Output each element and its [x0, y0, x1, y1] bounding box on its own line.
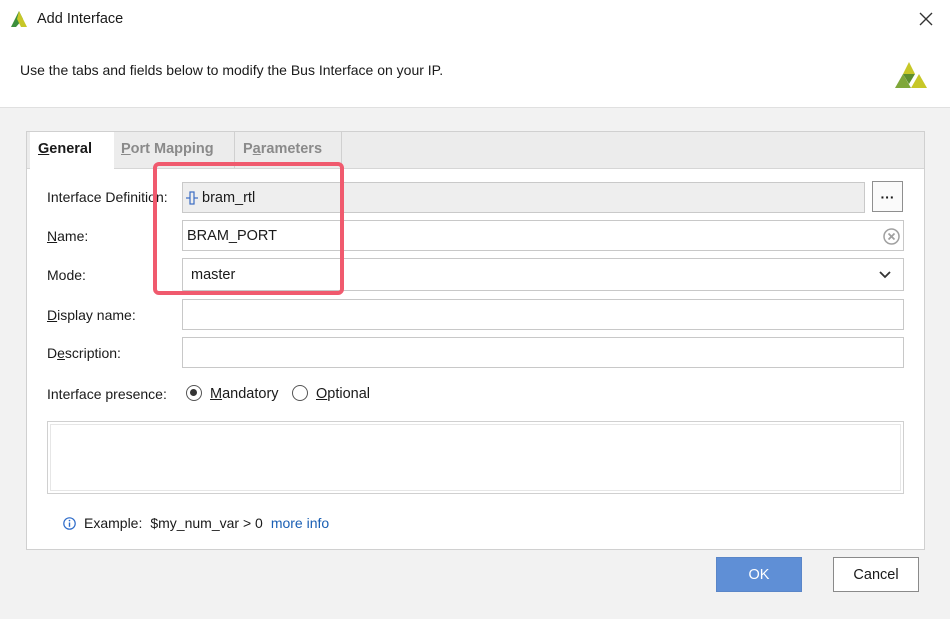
- display-name-input[interactable]: [182, 299, 904, 330]
- mandatory-label-accel: M: [210, 386, 223, 402]
- interface-definition-value: bram_rtl: [202, 190, 256, 206]
- mandatory-radio[interactable]: [186, 385, 202, 401]
- tab-port-mapping[interactable]: Port Mapping: [113, 132, 235, 168]
- example-value: $my_num_var > 0: [150, 515, 263, 531]
- form-panel: General Port Mapping Parameters Interfac…: [26, 131, 925, 550]
- optional-label-text: ptional: [327, 386, 371, 402]
- tab-general-label: eneral: [49, 141, 93, 157]
- dialog-body: Use the tabs and fields below to modify …: [0, 38, 950, 619]
- tab-port-mapping-accel: P: [121, 141, 131, 157]
- name-label-accel: N: [47, 228, 58, 244]
- interface-presence-label: Interface presence:: [47, 386, 167, 402]
- display-name-label: Display name:: [47, 307, 136, 323]
- optional-label-accel: O: [316, 386, 328, 402]
- name-label-text: ame:: [57, 228, 89, 244]
- ok-button[interactable]: OK: [716, 557, 802, 592]
- close-button[interactable]: [908, 4, 944, 34]
- display-name-label-accel: D: [47, 307, 58, 323]
- bus-interface-icon: [186, 191, 198, 205]
- mode-select[interactable]: master: [182, 258, 904, 291]
- mandatory-label[interactable]: Mandatory: [210, 386, 279, 402]
- tab-general[interactable]: General: [30, 132, 114, 169]
- vivado-logo-icon: [11, 11, 27, 27]
- clear-icon[interactable]: [883, 228, 900, 245]
- example-label: Example:: [84, 515, 143, 531]
- mode-value: master: [191, 267, 236, 283]
- interface-definition-label: Interface Definition:: [47, 189, 168, 205]
- description-input[interactable]: [182, 337, 904, 368]
- name-label: Name:: [47, 228, 88, 244]
- display-name-label-text: isplay name:: [57, 307, 136, 323]
- cancel-button[interactable]: Cancel: [833, 557, 919, 592]
- message-area[interactable]: [47, 421, 904, 494]
- window-title: Add Interface: [37, 11, 124, 27]
- tab-parameters-pre: P: [243, 141, 253, 157]
- description-label: Description:: [47, 345, 121, 361]
- more-info-link[interactable]: more info: [271, 515, 329, 531]
- browse-interface-button[interactable]: ···: [872, 181, 903, 212]
- tab-port-mapping-label: ort Mapping: [130, 141, 214, 157]
- info-icon: [63, 516, 76, 530]
- close-icon: [919, 12, 933, 26]
- tab-general-accel: G: [38, 141, 50, 157]
- xilinx-logo-icon: [895, 62, 927, 88]
- title-bar: Add Interface: [0, 0, 950, 38]
- name-value: BRAM_PORT: [187, 228, 277, 244]
- optional-label[interactable]: Optional: [316, 386, 370, 402]
- tab-parameters-label: rameters: [260, 141, 323, 157]
- header-panel: Use the tabs and fields below to modify …: [0, 38, 950, 108]
- description-label-text: scription:: [64, 345, 121, 361]
- name-input[interactable]: BRAM_PORT: [182, 220, 904, 251]
- message-area-inner: [50, 424, 901, 491]
- chevron-down-icon: [879, 271, 891, 279]
- interface-definition-field: bram_rtl: [182, 182, 865, 213]
- description-label-accel: e: [57, 345, 65, 361]
- header-description: Use the tabs and fields below to modify …: [20, 62, 444, 78]
- tab-parameters-accel: a: [252, 141, 261, 157]
- mandatory-label-text: andatory: [222, 386, 279, 402]
- mode-label: Mode:: [47, 267, 86, 283]
- description-label-pre: D: [47, 345, 58, 361]
- tab-strip: General Port Mapping Parameters: [27, 132, 924, 169]
- tab-parameters[interactable]: Parameters: [235, 132, 342, 168]
- optional-radio[interactable]: [292, 385, 308, 401]
- info-line: Example: $my_num_var > 0 more info: [63, 515, 329, 531]
